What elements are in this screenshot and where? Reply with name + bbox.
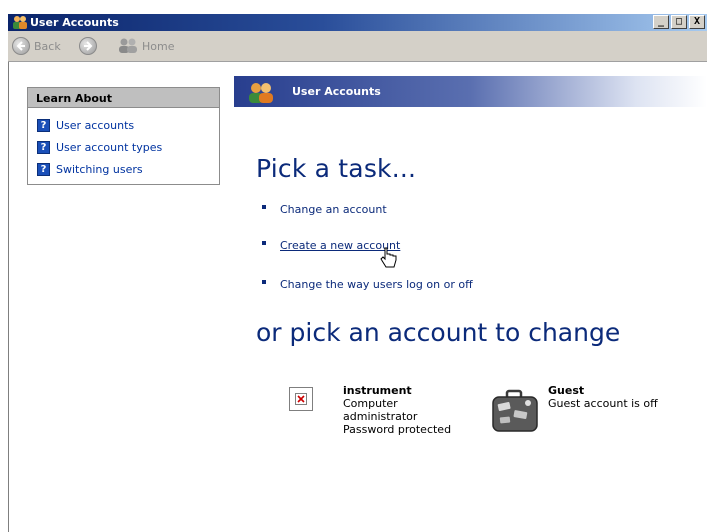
forward-button[interactable] xyxy=(79,37,97,55)
task-change-account[interactable]: Change an account xyxy=(262,203,387,216)
back-button[interactable]: Back xyxy=(12,37,61,55)
home-users-icon xyxy=(118,37,140,56)
account-desc-line: Computer xyxy=(343,397,398,410)
title-bar[interactable]: User Accounts _ □ X xyxy=(8,14,707,31)
window-title: User Accounts xyxy=(30,16,119,29)
close-button[interactable]: X xyxy=(689,15,705,29)
broken-image-icon xyxy=(289,387,313,411)
task-link-label: Change the way users log on or off xyxy=(280,278,473,291)
learn-item-user-accounts[interactable]: ? User accounts xyxy=(37,119,134,132)
back-label: Back xyxy=(34,39,61,53)
user-accounts-window: User Accounts _ □ X Back Home Learn Abou… xyxy=(0,0,707,532)
learn-about-panel: Learn About ? User accounts ? User accou… xyxy=(27,87,220,185)
learn-item-label: User accounts xyxy=(56,119,135,132)
account-info: Guest Guest account is off xyxy=(548,384,658,437)
help-icon: ? xyxy=(37,119,50,132)
maximize-button[interactable]: □ xyxy=(671,15,687,29)
account-desc-line: Guest account is off xyxy=(548,397,658,410)
users-app-icon xyxy=(12,15,28,30)
learn-item-label: Switching users xyxy=(56,163,143,176)
minimize-button[interactable]: _ xyxy=(653,15,669,29)
back-arrow-icon xyxy=(12,37,30,55)
learn-item-switching-users[interactable]: ? Switching users xyxy=(37,163,143,176)
pick-task-heading: Pick a task... xyxy=(256,154,417,183)
bullet xyxy=(262,279,266,284)
home-label: Home xyxy=(142,40,175,53)
home-button[interactable]: Home xyxy=(118,37,174,56)
learn-item-label: User account types xyxy=(56,141,163,154)
account-name: instrument xyxy=(343,384,412,397)
task-change-logon[interactable]: Change the way users log on or off xyxy=(262,278,473,291)
learn-item-user-account-types[interactable]: ? User account types xyxy=(37,141,162,154)
suitcase-icon xyxy=(490,388,540,437)
main-header-title: User Accounts xyxy=(292,85,381,98)
help-icon: ? xyxy=(37,141,50,154)
help-icon: ? xyxy=(37,163,50,176)
account-desc-line: administrator xyxy=(343,410,418,423)
user-accounts-icon xyxy=(246,81,276,106)
left-frame-border xyxy=(8,62,9,532)
navigation-toolbar: Back Home xyxy=(8,31,707,62)
window-controls: _ □ X xyxy=(653,14,707,31)
forward-arrow-icon xyxy=(79,37,97,55)
pick-account-heading: or pick an account to change xyxy=(256,318,621,347)
hand-cursor-icon xyxy=(379,247,399,274)
bullet xyxy=(262,240,266,245)
learn-about-header: Learn About xyxy=(28,88,219,108)
main-header-band: User Accounts xyxy=(234,76,707,107)
account-instrument[interactable]: instrument Computer administrator Passwo… xyxy=(289,384,451,436)
account-guest[interactable]: Guest Guest account is off xyxy=(490,384,658,437)
account-info: instrument Computer administrator Passwo… xyxy=(343,384,451,436)
account-name: Guest xyxy=(548,384,585,397)
account-desc-line: Password protected xyxy=(343,423,452,436)
task-link-label: Change an account xyxy=(280,203,387,216)
bullet xyxy=(262,204,266,209)
